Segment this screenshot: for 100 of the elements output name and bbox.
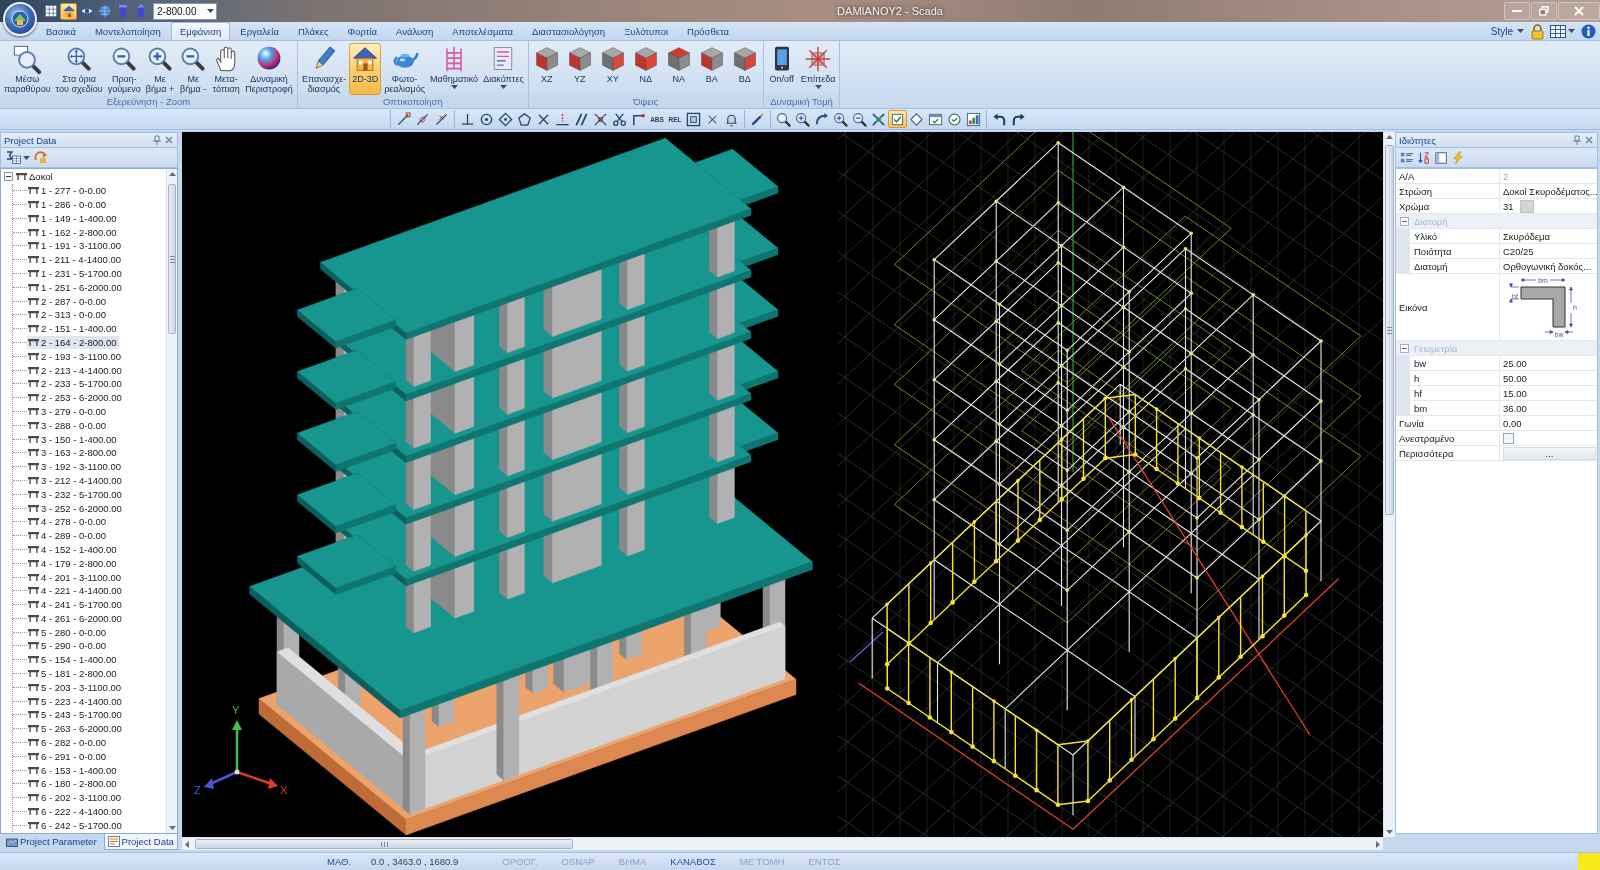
restore-button[interactable] xyxy=(1531,2,1557,20)
ribbon-button[interactable]: On/off xyxy=(765,43,798,95)
tree-item[interactable]: 3 - 252 - 6-2000.00 xyxy=(27,501,124,515)
tree-item[interactable]: 5 - 280 - 0-0.00 xyxy=(27,625,108,640)
ribbon-tab[interactable]: Πρόσθετα xyxy=(678,22,739,40)
tree-item[interactable]: 5 - 154 - 1-400.00 xyxy=(27,652,119,667)
toolbar-button[interactable] xyxy=(515,110,534,128)
ribbon-tab[interactable]: Μοντελοποίηση xyxy=(85,22,170,40)
tree-item[interactable]: 1 - 277 - 0-0.00 xyxy=(27,183,108,198)
arrow-up-icon[interactable] xyxy=(1386,135,1393,139)
pin-icon[interactable] xyxy=(1573,135,1581,145)
arrow-up-icon[interactable] xyxy=(168,172,176,176)
tree-item[interactable]: 1 - 231 - 5-1700.00 xyxy=(27,266,124,281)
lock-icon[interactable] xyxy=(1531,23,1544,39)
quick-access-button[interactable] xyxy=(42,2,59,20)
ribbon-button[interactable]: 2D-3D xyxy=(349,43,382,95)
ribbon-tab[interactable]: Φορτία xyxy=(338,22,386,40)
tree-item[interactable]: 3 - 150 - 1-400.00 xyxy=(27,432,119,446)
tree-item[interactable]: 2 - 233 - 5-1700.00 xyxy=(27,376,124,391)
toolbar-button[interactable] xyxy=(684,110,703,128)
tree-item[interactable]: 1 - 149 - 1-400.00 xyxy=(27,211,119,226)
panel-layout-icon[interactable] xyxy=(1434,150,1448,165)
scrollbar-thumb[interactable] xyxy=(168,184,176,334)
tree-item[interactable]: 5 - 203 - 3-1100.00 xyxy=(27,680,124,695)
tree-item[interactable]: 6 - 222 - 4-1400.00 xyxy=(27,804,124,819)
close-icon[interactable] xyxy=(165,136,173,144)
ribbon-button[interactable]: XZ xyxy=(530,43,563,95)
tree-item[interactable]: 5 - 181 - 2-800.00 xyxy=(27,666,119,681)
tree-item[interactable]: 5 - 223 - 4-1400.00 xyxy=(27,694,124,709)
ribbon-button[interactable]: ΝΔ xyxy=(629,43,662,95)
ribbon-tab[interactable]: Πλάκες xyxy=(288,22,338,40)
scrollbar-thumb[interactable] xyxy=(1385,145,1394,515)
ribbon-tab[interactable]: Διαστασιολόγηση xyxy=(523,22,615,40)
viewport-background[interactable]: Y Z X xyxy=(182,132,1383,837)
ribbon-button[interactable]: Διακόπτες xyxy=(481,43,526,95)
tree-item[interactable]: 2 - 164 - 2-800.00 xyxy=(27,335,119,350)
ribbon-button[interactable]: YZ xyxy=(563,43,596,95)
toolbar-button[interactable] xyxy=(869,110,888,128)
ribbon-tab[interactable]: Βασικά xyxy=(37,22,85,40)
ribbon-tab[interactable]: Εργαλεία xyxy=(231,22,288,40)
ribbon-button[interactable]: Επίπεδα xyxy=(798,43,838,95)
ribbon-button[interactable]: Στα όρια του σχεδίου xyxy=(53,43,105,95)
tree-item[interactable]: 3 - 192 - 3-1100.00 xyxy=(27,459,124,474)
ribbon-tab[interactable]: Εμφάνιση xyxy=(170,22,231,40)
tree-item[interactable]: 4 - 261 - 6-2000.00 xyxy=(27,611,124,626)
tree-item[interactable]: 5 - 263 - 6-2000.00 xyxy=(27,721,124,736)
group-menu-button[interactable] xyxy=(5,149,31,166)
checkbox[interactable] xyxy=(1503,432,1514,444)
tree-item[interactable]: 3 - 279 - 0-0.00 xyxy=(27,404,108,419)
tree-item[interactable]: 4 - 152 - 1-400.00 xyxy=(27,542,119,557)
ribbon-button[interactable]: Επανασχε- διασμός xyxy=(299,43,349,95)
app-menu-button[interactable] xyxy=(3,2,37,36)
tree-item[interactable]: Δοκοί xyxy=(15,170,55,184)
close-icon[interactable] xyxy=(1585,136,1593,144)
panel-tab[interactable]: Project Data xyxy=(103,834,178,850)
tree-item[interactable]: 4 - 221 - 4-1400.00 xyxy=(27,583,124,598)
ribbon-button[interactable]: Μαθηματικό xyxy=(428,43,481,95)
tree-item[interactable]: 2 - 287 - 0-0.00 xyxy=(27,294,108,308)
vertical-scrollbar[interactable] xyxy=(166,169,177,833)
ribbon-button[interactable]: Μέσω παραθύρου xyxy=(2,43,53,95)
quick-access-button[interactable] xyxy=(60,2,77,20)
toolbar-button[interactable] xyxy=(774,110,793,128)
arrow-left-icon[interactable] xyxy=(185,840,189,848)
arrow-down-icon[interactable] xyxy=(1386,830,1393,834)
tree-item[interactable]: 6 - 242 - 5-1700.00 xyxy=(27,818,124,833)
horizontal-scrollbar[interactable] xyxy=(182,837,1383,850)
arrow-right-icon[interactable] xyxy=(1376,840,1380,848)
ribbon-button[interactable]: Δυναμική Περιστροφή xyxy=(243,43,295,95)
ribbon-button[interactable]: Προη- γούμενο xyxy=(105,43,143,95)
ribbon-tab[interactable]: Αποτελέσματα xyxy=(443,22,523,40)
status-toggle[interactable]: ΚΑΝΑΒΟΣ xyxy=(670,856,716,867)
tree-item[interactable]: 2 - 313 - 0-0.00 xyxy=(27,307,108,322)
toolbar-button[interactable] xyxy=(831,110,850,128)
list-icon[interactable] xyxy=(1400,150,1414,165)
tree-item[interactable]: 3 - 232 - 5-1700.00 xyxy=(27,487,124,502)
tree-item[interactable]: 1 - 162 - 2-800.00 xyxy=(27,225,119,239)
tree-item[interactable]: 3 - 163 - 2-800.00 xyxy=(27,445,119,460)
grid-menu-button[interactable] xyxy=(1549,23,1576,39)
tree-item[interactable]: 4 - 201 - 3-1100.00 xyxy=(27,570,124,584)
status-toggle[interactable]: ΜΑΘ. xyxy=(327,856,352,867)
toolbar-button[interactable] xyxy=(964,110,983,128)
tree-item[interactable]: 1 - 286 - 0-0.00 xyxy=(27,197,108,212)
scrollbar-thumb[interactable] xyxy=(195,839,573,849)
info-icon[interactable] xyxy=(1581,23,1596,39)
tree-item[interactable]: 2 - 253 - 6-2000.00 xyxy=(27,390,124,405)
tree-item[interactable]: 5 - 243 - 5-1700.00 xyxy=(27,708,124,722)
tree-item[interactable]: 5 - 290 - 0-0.00 xyxy=(27,639,108,653)
ribbon-button[interactable]: ΒΔ xyxy=(728,43,761,95)
toolbar-button[interactable] xyxy=(850,110,869,128)
tree-item[interactable]: 1 - 211 - 4-1400.00 xyxy=(27,252,124,267)
level-combo[interactable]: 2-800.00 xyxy=(153,2,217,20)
more-button[interactable]: ... xyxy=(1503,446,1596,460)
toolbar-button[interactable] xyxy=(907,110,926,128)
tree-item[interactable]: 4 - 289 - 0-0.00 xyxy=(27,528,108,543)
collapse-icon[interactable] xyxy=(4,172,13,182)
ribbon-button[interactable]: Με βήμα + xyxy=(143,43,177,95)
ribbon-button[interactable]: Φωτο- ρεαλισμός xyxy=(382,43,428,95)
tree-item[interactable]: 1 - 251 - 6-2000.00 xyxy=(27,280,124,295)
pin-icon[interactable] xyxy=(153,135,161,145)
tree-item[interactable]: 6 - 202 - 3-1100.00 xyxy=(27,790,124,805)
